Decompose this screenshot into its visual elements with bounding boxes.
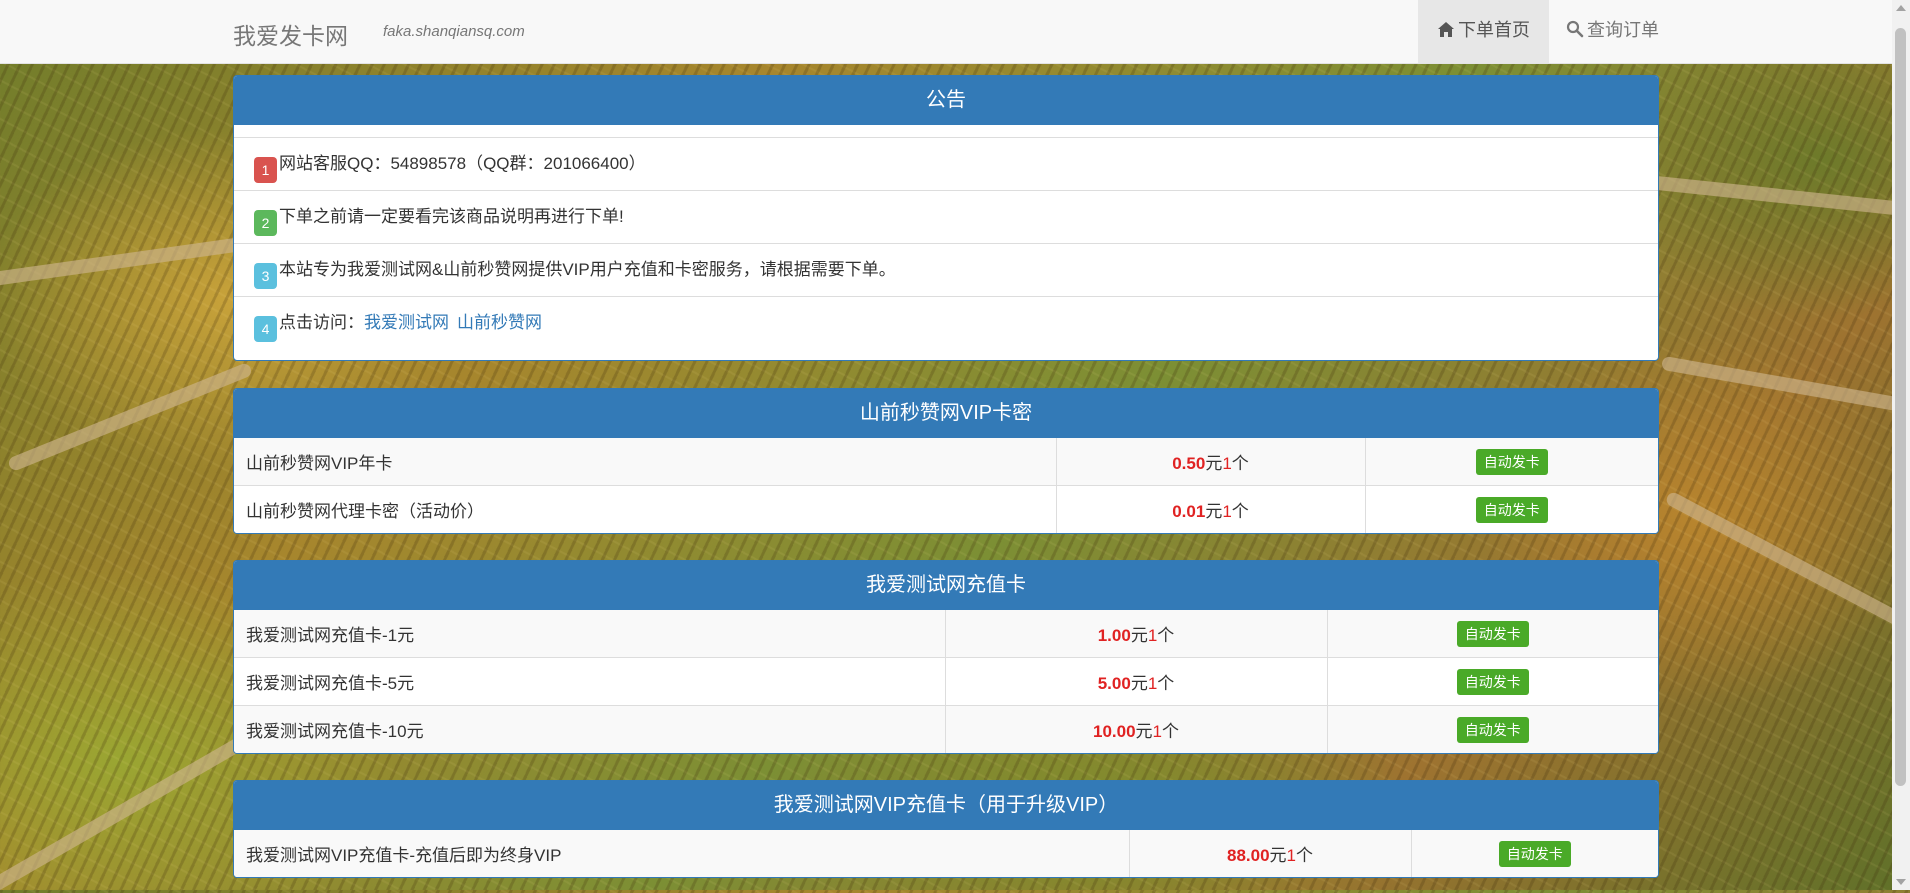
product-stock: 1 (1222, 454, 1232, 473)
auto-delivery-button[interactable]: 自动发卡 (1475, 448, 1548, 475)
product-price-cell: 88.00元1个 (1128, 830, 1411, 877)
product-price: 10.00 (1092, 722, 1136, 741)
nav-home[interactable]: 下单首页 (1418, 0, 1549, 63)
nav-home-label: 下单首页 (1458, 20, 1530, 40)
product-action-cell: 自动发卡 (1326, 705, 1658, 753)
table-row[interactable]: 山前秒赞网代理卡密（活动价） 0.01元1个 自动发卡 (234, 485, 1658, 533)
link-shanqian-site[interactable]: 山前秒赞网 (457, 313, 542, 332)
background-road (6, 361, 254, 473)
notice-number-badge: 3 (254, 263, 277, 289)
home-icon (1438, 22, 1454, 37)
nav-query-label: 查询订单 (1587, 20, 1659, 40)
product-stock: 1 (1147, 674, 1158, 693)
auto-delivery-button[interactable]: 自动发卡 (1456, 668, 1529, 695)
product-action-cell: 自动发卡 (1410, 830, 1658, 877)
notice-list: 1 网站客服QQ：54898578（QQ群：201066400） 2 下单之前请一定… (234, 125, 1658, 356)
product-name: 山前秒赞网代理卡密（活动价） (234, 485, 1056, 533)
product-price: 88.00 (1226, 846, 1270, 865)
product-table: 我爱测试网VIP充值卡-充值后即为终身VIP 88.00元1个 自动发卡 (234, 830, 1658, 877)
stock-unit: 个 (1231, 454, 1249, 473)
table-row[interactable]: 山前秒赞网VIP年卡 0.50元1个 自动发卡 (234, 438, 1658, 486)
product-price-cell: 10.00元1个 (944, 705, 1327, 753)
product-action-cell: 自动发卡 (1364, 438, 1658, 486)
notice-title: 公告 (234, 76, 1658, 125)
price-unit: 元 (1135, 722, 1153, 741)
stock-unit: 个 (1157, 626, 1175, 645)
price-unit: 元 (1205, 502, 1223, 521)
product-name: 我爱测试网VIP充值卡-充值后即为终身VIP (234, 830, 1129, 877)
scroll-down-arrow[interactable] (1896, 879, 1906, 885)
auto-delivery-button[interactable]: 自动发卡 (1456, 716, 1529, 743)
table-row[interactable]: 我爱测试网VIP充值卡-充值后即为终身VIP 88.00元1个 自动发卡 (234, 830, 1658, 877)
price-unit: 元 (1269, 846, 1287, 865)
table-row[interactable]: 我爱测试网充值卡-1元 1.00元1个 自动发卡 (234, 610, 1658, 658)
search-icon (1566, 20, 1584, 38)
auto-delivery-button[interactable]: 自动发卡 (1475, 496, 1548, 523)
product-name: 山前秒赞网VIP年卡 (234, 438, 1056, 486)
price-unit: 元 (1130, 626, 1148, 645)
nav-query-order[interactable]: 查询订单 (1547, 0, 1678, 63)
product-name: 我爱测试网充值卡-10元 (234, 705, 945, 753)
scroll-up-arrow[interactable] (1896, 5, 1906, 11)
auto-delivery-button[interactable]: 自动发卡 (1456, 620, 1529, 647)
table-row[interactable]: 我爱测试网充值卡-10元 10.00元1个 自动发卡 (234, 705, 1658, 753)
site-brand[interactable]: 我爱发卡网 (233, 17, 348, 51)
category-panel: 我爱测试网充值卡 我爱测试网充值卡-1元 1.00元1个 自动发卡 我爱测试网充… (233, 560, 1659, 754)
notice-text: 本站专为我爱测试网&山前秒赞网提供VIP用户充值和卡密服务，请根据需要下单。 (279, 260, 896, 279)
product-price-cell: 5.00元1个 (944, 657, 1327, 706)
notice-text: 下单之前请一定要看完该商品说明再进行下单! (279, 207, 624, 226)
stock-unit: 个 (1162, 722, 1179, 741)
background-road (1660, 355, 1910, 419)
product-table: 山前秒赞网VIP年卡 0.50元1个 自动发卡 山前秒赞网代理卡密（活动价） 0… (234, 438, 1658, 533)
category-panel: 山前秒赞网VIP卡密 山前秒赞网VIP年卡 0.50元1个 自动发卡 山前秒赞网… (233, 388, 1659, 534)
product-stock: 1 (1286, 846, 1296, 865)
notice-item: 1 网站客服QQ：54898578（QQ群：201066400） (234, 137, 1658, 190)
table-row[interactable]: 我爱测试网充值卡-5元 5.00元1个 自动发卡 (234, 657, 1658, 706)
notice-text: 网站客服QQ：54898578（QQ群：201066400） (279, 154, 646, 173)
notice-panel: 公告 1 网站客服QQ：54898578（QQ群：201066400） 2 下单之前… (233, 75, 1659, 361)
product-price-cell: 0.50元1个 (1055, 438, 1365, 486)
link-test-site[interactable]: 我爱测试网 (364, 313, 449, 332)
product-price: 0.01 (1172, 502, 1206, 521)
product-price: 5.00 (1097, 674, 1131, 693)
product-price-cell: 0.01元1个 (1055, 485, 1365, 533)
stock-unit: 个 (1296, 846, 1313, 865)
category-title: 山前秒赞网VIP卡密 (234, 389, 1658, 438)
background-road (0, 720, 273, 893)
product-stock: 1 (1152, 722, 1162, 741)
stock-unit: 个 (1157, 674, 1175, 693)
navbar: 我爱发卡网 faka.shanqiansq.com 下单首页 查询订单 (0, 0, 1892, 64)
stock-unit: 个 (1231, 502, 1249, 521)
product-name: 我爱测试网充值卡-5元 (234, 657, 945, 706)
notice-item: 2 下单之前请一定要看完该商品说明再进行下单! (234, 190, 1658, 243)
background-road (1664, 490, 1910, 644)
product-name: 我爱测试网充值卡-1元 (234, 610, 945, 658)
site-domain: faka.shanqiansq.com (383, 23, 525, 40)
product-price: 0.50 (1172, 454, 1206, 473)
notice-number-badge: 2 (254, 210, 277, 236)
notice-number-badge: 4 (254, 316, 277, 342)
product-price-cell: 1.00元1个 (944, 610, 1327, 658)
product-action-cell: 自动发卡 (1326, 657, 1658, 706)
product-table: 我爱测试网充值卡-1元 1.00元1个 自动发卡 我爱测试网充值卡-5元 5.0… (234, 610, 1658, 753)
notice-item: 4 点击访问：我爱测试网 山前秒赞网 (234, 296, 1658, 350)
auto-delivery-button[interactable]: 自动发卡 (1498, 840, 1571, 867)
product-action-cell: 自动发卡 (1364, 485, 1658, 533)
product-stock: 1 (1222, 502, 1232, 521)
scroll-thumb[interactable] (1895, 28, 1906, 786)
product-action-cell: 自动发卡 (1326, 610, 1658, 658)
product-price: 1.00 (1097, 626, 1131, 645)
background-road (1640, 174, 1910, 220)
price-unit: 元 (1205, 454, 1223, 473)
category-title: 我爱测试网VIP充值卡（用于升级VIP） (234, 781, 1658, 830)
notice-text: 点击访问： (279, 313, 364, 332)
category-panel: 我爱测试网VIP充值卡（用于升级VIP） 我爱测试网VIP充值卡-充值后即为终身… (233, 780, 1659, 878)
notice-item: 3 本站专为我爱测试网&山前秒赞网提供VIP用户充值和卡密服务，请根据需要下单。 (234, 243, 1658, 296)
notice-number-badge: 1 (254, 157, 277, 183)
page-scrollbar[interactable] (1892, 0, 1910, 890)
price-unit: 元 (1130, 674, 1148, 693)
product-stock: 1 (1147, 626, 1158, 645)
category-title: 我爱测试网充值卡 (234, 561, 1658, 610)
